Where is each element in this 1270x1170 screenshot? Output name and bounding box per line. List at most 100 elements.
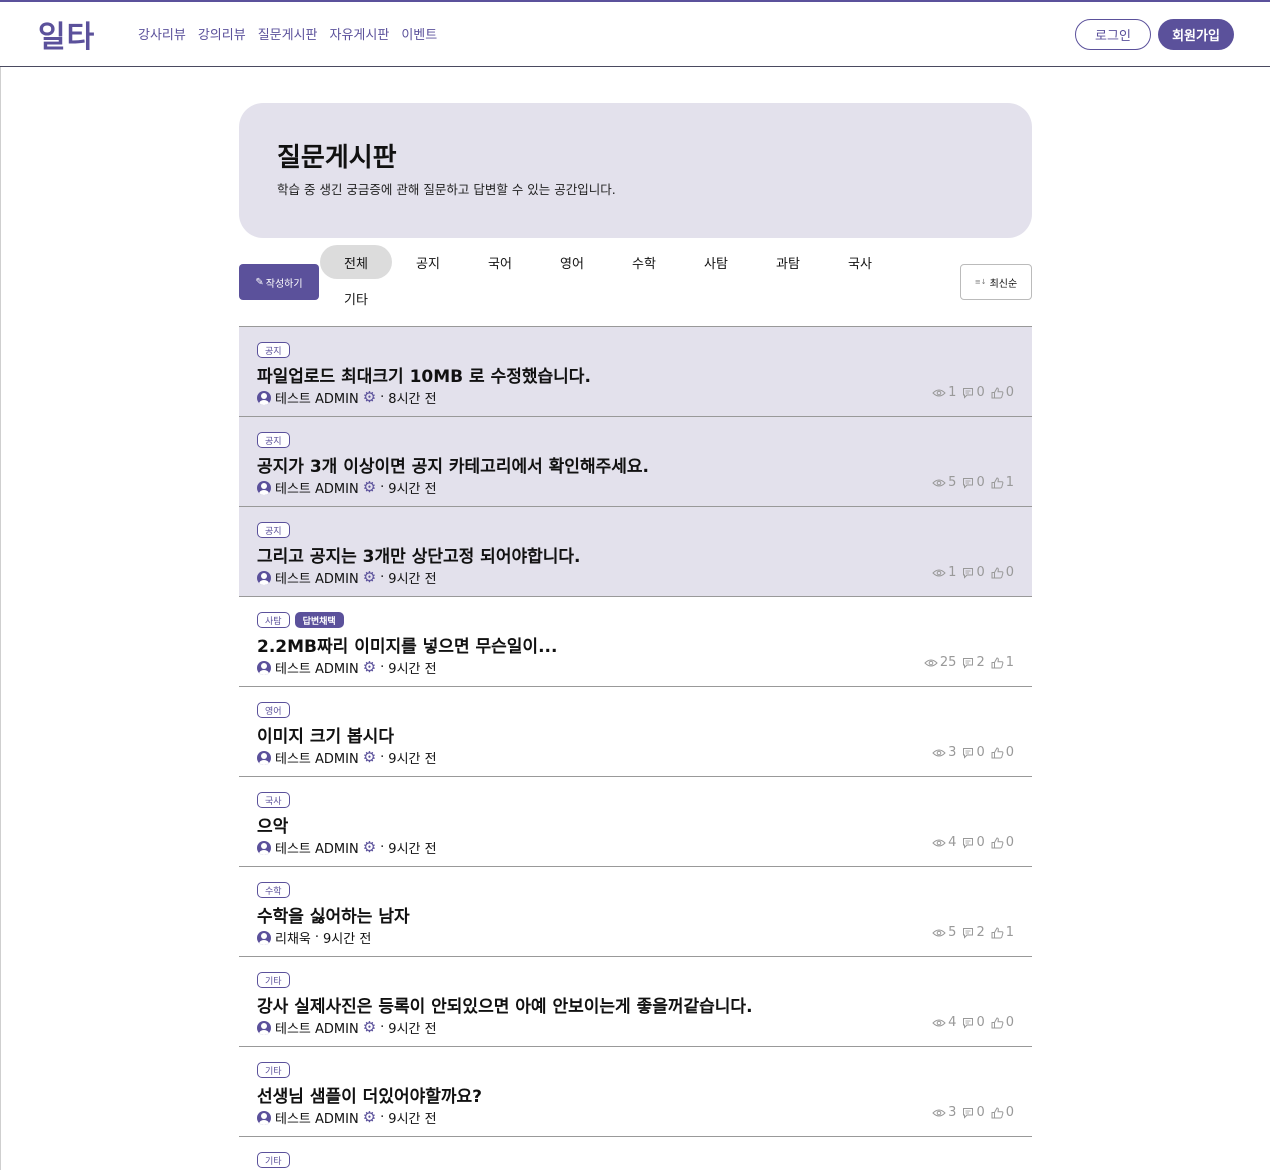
post-stats: 5 0 1: [932, 475, 1014, 490]
post-tags: 사탐 답변채택: [257, 612, 344, 628]
post-title[interactable]: 수학을 싫어하는 남자: [257, 902, 410, 927]
post-stats: 3 0 0: [932, 745, 1014, 760]
post-row[interactable]: 영어 이미지 크기 봅시다 테스트 ADMIN ⚙ · 9시간 전 3 0 0: [239, 687, 1032, 777]
post-title[interactable]: 선생님 샘플이 더있어야할까요?: [257, 1082, 482, 1107]
post-author[interactable]: 리채욱: [275, 928, 311, 947]
post-row[interactable]: 사탐 답변채택 2.2MB짜리 이미지를 넣으면 무슨일이... 테스트 ADMIN ⚙…: [239, 597, 1032, 687]
sort-dropdown[interactable]: ≡↓ 최신순: [960, 264, 1032, 300]
category-tab-korean[interactable]: 국어: [464, 245, 536, 279]
post-time: 9시간 전: [388, 572, 437, 587]
thumbs-up-icon: [991, 746, 1004, 759]
post-author[interactable]: 테스트 ADMIN: [275, 1018, 359, 1037]
comment-icon: [962, 1107, 974, 1119]
post-row[interactable]: 공지공지가 3개 이상이면 공지 카테고리에서 확인해주세요. 테스트 ADMIN…: [239, 417, 1032, 507]
post-title[interactable]: 파일업로드 최대크기 10MB 로 수정했습니다.: [257, 362, 591, 387]
post-title[interactable]: 강사 실제사진은 등록이 안되있으면 아예 안보이는게 좋을꺼같습니다.: [257, 992, 753, 1017]
post-row[interactable]: 공지 파일업로드 최대크기 10MB 로 수정했습니다. 테스트 ADMIN ⚙ · 8시…: [239, 327, 1032, 417]
category-badge: 기타: [257, 1062, 290, 1078]
signup-button[interactable]: 회원가입: [1158, 19, 1234, 50]
like-count: 0: [991, 1105, 1014, 1120]
post-time: 9시간 전: [388, 482, 437, 497]
like-count: 0: [991, 835, 1014, 850]
category-tab-all[interactable]: 전체: [320, 245, 392, 279]
user-avatar-icon: [257, 480, 271, 495]
post-title[interactable]: 2.2MB짜리 이미지를 넣으면 무슨일이...: [257, 632, 557, 657]
post-tags: 수학: [257, 882, 290, 898]
comment-icon: [962, 837, 974, 849]
like-count-value: 0: [1005, 745, 1014, 760]
view-count: 1: [932, 385, 956, 400]
nav-event[interactable]: 이벤트: [401, 24, 437, 43]
write-post-button[interactable]: ✎ 작성하기: [239, 264, 319, 300]
comment-count-value: 2: [976, 655, 985, 670]
thumbs-up-icon: [991, 836, 1004, 849]
post-author[interactable]: 테스트 ADMIN: [275, 568, 359, 587]
site-logo[interactable]: 일타: [38, 12, 95, 56]
post-row[interactable]: 공지 그리고 공지는 3개만 상단고정 되어야합니다. 테스트 ADMIN ⚙ · 9시간…: [239, 507, 1032, 597]
post-title[interactable]: 그리고 공지는 3개만 상단고정 되어야합니다.: [257, 542, 580, 567]
category-badge: 공지: [257, 432, 290, 448]
category-badge: 공지: [257, 342, 290, 358]
category-tab-math[interactable]: 수학: [608, 245, 680, 279]
post-row[interactable]: 국사 으악 테스트 ADMIN ⚙ · 9시간 전 4 0 0: [239, 777, 1032, 867]
post-author[interactable]: 테스트 ADMIN: [275, 388, 359, 407]
post-title[interactable]: 이미지 크기 봅시다: [257, 722, 394, 747]
eye-icon: [932, 388, 946, 398]
eye-icon: [932, 1108, 946, 1118]
like-count-value: 0: [1005, 1105, 1014, 1120]
eye-icon: [932, 838, 946, 848]
meta-separator: ·: [314, 930, 320, 945]
post-title[interactable]: 공지가 3개 이상이면 공지 카테고리에서 확인해주세요.: [257, 452, 649, 477]
nav-lecture-review[interactable]: 강의리뷰: [198, 24, 246, 43]
post-tags: 기타: [257, 1152, 290, 1168]
eye-icon: [932, 478, 946, 488]
eye-icon: [924, 658, 938, 668]
category-tab-science[interactable]: 과탐: [752, 245, 824, 279]
sort-icon: ≡↓: [974, 278, 987, 286]
admin-gear-icon: ⚙: [362, 1108, 377, 1126]
comment-count: 2: [962, 655, 985, 670]
meta-separator: ·: [380, 1020, 385, 1035]
login-button[interactable]: 로그인: [1075, 19, 1151, 50]
like-count: 0: [991, 745, 1014, 760]
post-meta: 테스트 ADMIN ⚙ · 9시간 전: [257, 568, 437, 587]
category-tab-etc[interactable]: 기타: [320, 281, 392, 315]
post-meta: 테스트 ADMIN ⚙ · 9시간 전: [257, 478, 437, 497]
comment-icon: [962, 927, 974, 939]
comment-count: 0: [962, 475, 985, 490]
like-count-value: 0: [1005, 385, 1014, 400]
like-count: 0: [991, 565, 1014, 580]
category-tab-notice[interactable]: 공지: [392, 245, 464, 279]
post-title[interactable]: 으악: [257, 812, 288, 837]
category-tab-history[interactable]: 국사: [824, 245, 896, 279]
view-count-value: 4: [948, 835, 957, 850]
admin-gear-icon: ⚙: [362, 838, 377, 856]
category-tab-social[interactable]: 사탐: [680, 245, 752, 279]
user-avatar-icon: [257, 1020, 271, 1035]
post-author[interactable]: 테스트 ADMIN: [275, 838, 359, 857]
view-count: 3: [932, 745, 956, 760]
thumbs-up-icon: [991, 566, 1004, 579]
view-count-value: 5: [948, 925, 957, 940]
meta-separator: ·: [380, 840, 385, 855]
admin-gear-icon: ⚙: [362, 388, 377, 406]
post-row[interactable]: 기타 강사 실제사진은 등록이 안되있으면 아예 안보이는게 좋을꺼같습니다. 테스…: [239, 957, 1032, 1047]
view-count: 3: [932, 1105, 956, 1120]
category-tab-english[interactable]: 영어: [536, 245, 608, 279]
nav-free-board[interactable]: 자유게시판: [330, 24, 390, 43]
like-count-value: 0: [1005, 1015, 1014, 1030]
post-author[interactable]: 테스트 ADMIN: [275, 478, 359, 497]
post-author[interactable]: 테스트 ADMIN: [275, 658, 359, 677]
post-row[interactable]: 기타 선생님 샘플이 더있어야할까요? 테스트 ADMIN ⚙ · 9시간 전 3 0 0: [239, 1047, 1032, 1137]
comment-icon: [962, 657, 974, 669]
post-tags: 공지: [257, 342, 290, 358]
nav-instructor-review[interactable]: 강사리뷰: [138, 24, 186, 43]
post-author[interactable]: 테스트 ADMIN: [275, 748, 359, 767]
meta-separator: ·: [380, 570, 385, 585]
like-count-value: 1: [1005, 925, 1014, 940]
like-count-value: 1: [1005, 475, 1014, 490]
post-author[interactable]: 테스트 ADMIN: [275, 1108, 359, 1127]
post-row[interactable]: 기타: [239, 1137, 1032, 1170]
nav-question-board[interactable]: 질문게시판: [258, 24, 318, 43]
post-row[interactable]: 수학 수학을 싫어하는 남자 리채욱 · 9시간 전 5 2 1: [239, 867, 1032, 957]
